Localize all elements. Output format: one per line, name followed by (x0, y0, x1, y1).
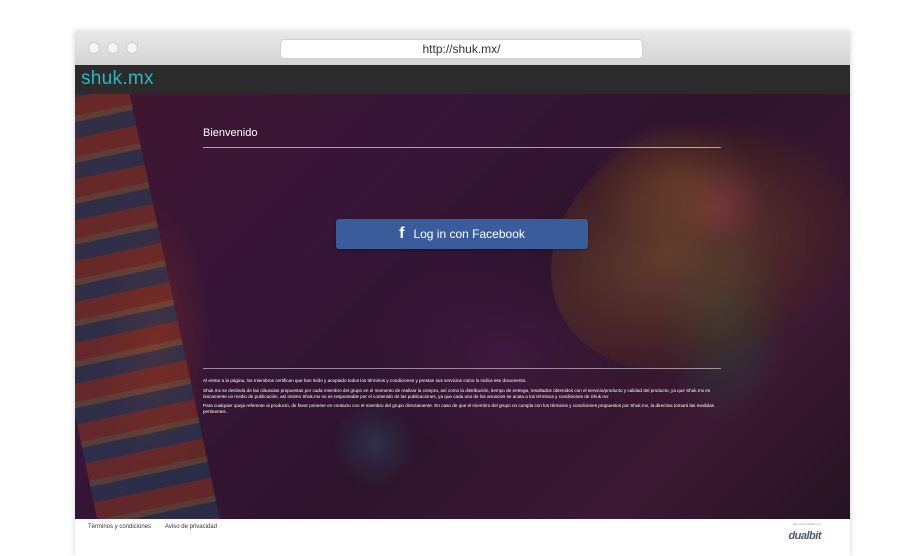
facebook-login-button[interactable]: f Log in con Facebook (336, 219, 588, 249)
terms-notice: Al entrar a la página, los miembros cert… (203, 368, 721, 419)
privacy-link[interactable]: Aviso de privacidad (165, 524, 217, 530)
site-footer: Términos y condiciones Aviso de privacid… (75, 519, 850, 556)
window-close-dot[interactable] (88, 42, 100, 54)
developer-brand[interactable]: Sitio desarrollado por dualbit (781, 522, 821, 544)
browser-chrome: http://shuk.mx/ (75, 31, 850, 66)
address-bar[interactable]: http://shuk.mx/ (280, 39, 643, 59)
terms-link[interactable]: Términos y condiciones (88, 524, 151, 530)
window-maximize-dot[interactable] (126, 42, 138, 54)
facebook-icon: f (399, 225, 405, 242)
hero-background: Bienvenido f Log in con Facebook Al entr… (75, 94, 850, 519)
dark-overlay (75, 94, 850, 519)
facebook-login-label: Log in con Facebook (413, 227, 525, 241)
terms-paragraph-3: Para cualquier queja referente al produc… (203, 403, 714, 415)
site-logo[interactable]: shuk.mx (81, 68, 154, 90)
terms-paragraph-2: Shuk.mx se deslinda de las cláusulas pro… (203, 387, 711, 399)
dualbit-logo: dualbit (788, 530, 821, 542)
browser-window: http://shuk.mx/ shuk.mx Bienvenido f Log… (75, 31, 850, 556)
window-minimize-dot[interactable] (107, 42, 119, 54)
terms-paragraph-1: Al entrar a la página, los miembros cert… (203, 378, 527, 383)
site-header: shuk.mx (75, 65, 850, 94)
welcome-heading: Bienvenido (203, 127, 721, 148)
developer-credit-label: Sitio desarrollado por (792, 522, 821, 526)
